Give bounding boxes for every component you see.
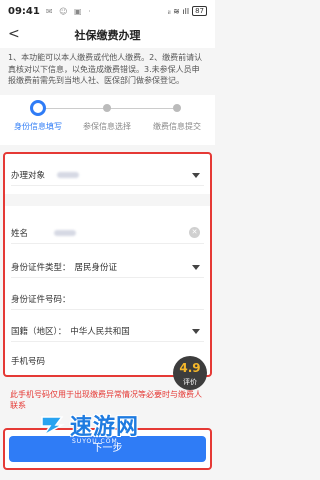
field-value: 中华人民共和国 (70, 326, 130, 337)
handle-target-select[interactable]: 办理对象 (11, 164, 204, 186)
field-label: 身份证件号码： (11, 294, 71, 305)
notice-text: 1、本功能可以本人缴费或代他人缴费。2、缴费前请认真核对以下信息，以免造成缴费错… (8, 53, 203, 85)
rating-score: 4.9 (179, 361, 201, 375)
step-dot-icon (103, 104, 111, 112)
step-label: 参保信息选择 (83, 122, 131, 131)
field-label: 手机号码 (11, 357, 46, 367)
status-bar: 09:41 ✉ ☺ ▣ · ᵢₗ ≋ ıll 87 (0, 0, 215, 22)
identity-form: 办理对象 姓名 ✕ 身份证件类型： 居民身份证 身份证件号码： 国籍（地区）： … (3, 152, 212, 377)
battery-icon: 87 (192, 6, 207, 16)
watermark-logo-icon (41, 416, 65, 436)
chevron-down-icon (192, 173, 200, 178)
watermark-text: 速游网 (70, 415, 140, 440)
step-progress: 身份信息填写 参保信息选择 缴费信息提交 (0, 95, 215, 145)
chevron-down-icon (192, 265, 200, 270)
field-value: 居民身份证 (74, 262, 118, 273)
page-title: 社保缴费办理 (74, 29, 141, 42)
chevron-down-icon (192, 329, 200, 334)
id-type-select[interactable]: 身份证件类型： 居民身份证 (11, 256, 204, 278)
id-number-field[interactable]: 身份证件号码： (11, 288, 204, 310)
step-1: 身份信息填写 (2, 95, 74, 132)
section-gap (5, 194, 210, 206)
status-time: 09:41 (8, 5, 40, 17)
step-label: 身份信息填写 (14, 122, 62, 131)
watermark-url: SUYOU.COM (72, 438, 118, 445)
field-label: 国籍（地区）： (11, 326, 67, 337)
rating-badge[interactable]: 4.9 评价 (173, 356, 207, 390)
nationality-select[interactable]: 国籍（地区）： 中华人民共和国 (11, 320, 204, 342)
step-active-dot-icon (30, 100, 46, 116)
notification-icons: ✉ ☺ ▣ · (45, 6, 93, 16)
step-3: 缴费信息提交 (141, 95, 213, 132)
page-header: < 社保缴费办理 (0, 22, 215, 48)
clear-icon[interactable]: ✕ (189, 227, 200, 238)
field-label: 姓名 (11, 228, 29, 239)
name-field[interactable]: 姓名 ✕ (11, 222, 204, 244)
back-icon[interactable]: < (8, 26, 20, 42)
step-label: 缴费信息提交 (153, 122, 201, 131)
rating-label: 评价 (183, 378, 197, 386)
signal-icon: ᵢₗ ≋ ıll (167, 6, 190, 16)
step-2: 参保信息选择 (71, 95, 143, 132)
field-label: 办理对象 (11, 170, 46, 181)
status-right: ᵢₗ ≋ ıll 87 (168, 6, 207, 16)
redacted-value (54, 229, 77, 236)
field-label: 身份证件类型： (11, 262, 71, 273)
step-dot-icon (173, 104, 181, 112)
watermark: 速游网 SUYOU.COM (38, 404, 188, 446)
redacted-value (57, 171, 80, 178)
